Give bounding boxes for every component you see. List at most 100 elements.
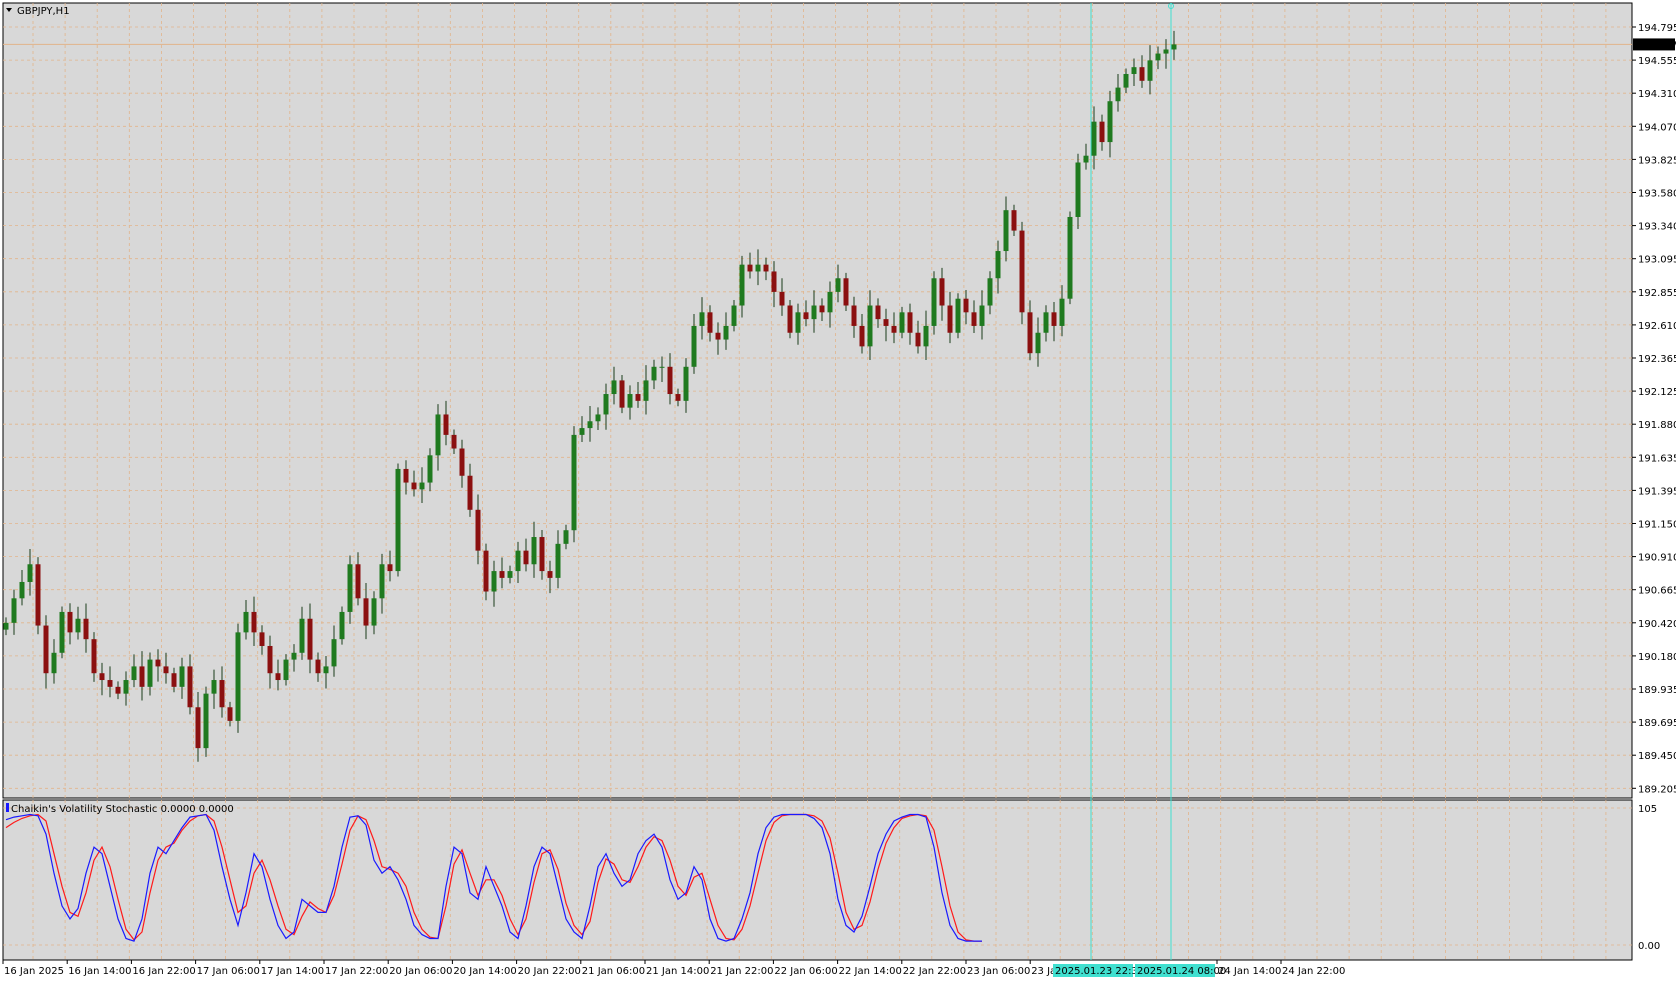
indicator-pane-area[interactable] xyxy=(2,799,1633,961)
chart-root: GBPJPY,H1 194.795 194.555 194.310 194.070 19… xyxy=(0,0,1676,982)
candle-body xyxy=(1035,332,1041,354)
candle-body xyxy=(531,537,537,565)
candle-body xyxy=(683,366,689,401)
candle-body xyxy=(1091,121,1097,156)
candle-body xyxy=(83,618,89,640)
candle-body xyxy=(115,686,121,694)
price-tick-label: 194.070 xyxy=(1638,122,1676,133)
candle-body xyxy=(363,598,369,626)
candle-body xyxy=(59,611,65,653)
price-tick-label: 189.935 xyxy=(1638,685,1676,696)
price-tick-label: 189.695 xyxy=(1638,718,1676,729)
candle-body xyxy=(699,312,705,326)
candle-body xyxy=(3,622,9,630)
candle-body xyxy=(299,618,305,653)
indicator-tick-label: 105 xyxy=(1638,804,1657,815)
price-pane-area[interactable] xyxy=(2,2,1633,799)
candle-body xyxy=(795,312,801,333)
candle-body xyxy=(875,305,881,320)
candle-body xyxy=(947,305,953,333)
candle-body xyxy=(1099,121,1105,143)
time-tick-label: 20 Jan 14:00 xyxy=(453,966,516,977)
candle-body xyxy=(195,707,201,749)
candle-body xyxy=(659,366,665,368)
candle-body xyxy=(227,707,233,721)
candle-body xyxy=(187,666,193,708)
candle-body xyxy=(499,571,505,578)
candle-body xyxy=(803,312,809,320)
candle-body xyxy=(315,659,321,674)
price-tick-label: 191.150 xyxy=(1638,520,1676,531)
candle-body xyxy=(931,278,937,326)
time-tick-label: 24 Jan 22:00 xyxy=(1282,966,1345,977)
candle-body xyxy=(507,571,513,578)
candle-body xyxy=(355,564,361,599)
candle-body xyxy=(1043,312,1049,333)
candle-body xyxy=(467,475,473,510)
candle-body xyxy=(747,264,753,272)
time-tick-label: 20 Jan 06:00 xyxy=(389,966,452,977)
price-tick-label: 192.610 xyxy=(1638,321,1676,332)
candle-body xyxy=(75,618,81,633)
candle-body xyxy=(107,680,113,687)
candle-body xyxy=(67,611,73,633)
candle-body xyxy=(147,659,153,687)
candle-body xyxy=(1163,49,1169,54)
candle-body xyxy=(19,581,25,599)
candle-body xyxy=(1147,60,1153,81)
candle-body xyxy=(211,680,217,694)
candle-body xyxy=(131,666,137,681)
candle-body xyxy=(251,611,257,633)
crosshair-time-label: 2025.01.24 08:00 xyxy=(1137,966,1226,977)
price-tick-label: 194.795 xyxy=(1638,23,1676,34)
time-tick-label: 17 Jan 06:00 xyxy=(197,966,260,977)
candle-body xyxy=(603,394,609,415)
candle-body xyxy=(907,312,913,333)
price-tick-label: 192.855 xyxy=(1638,288,1676,299)
indicator-color-box xyxy=(6,803,9,812)
candle-body xyxy=(691,325,697,367)
candle-body xyxy=(1059,298,1065,326)
candle-body xyxy=(403,468,409,483)
candle-body xyxy=(171,673,177,687)
price-tick-label: 193.095 xyxy=(1638,255,1676,266)
candle-body xyxy=(651,366,657,381)
candle-body xyxy=(555,543,561,578)
candle-body xyxy=(267,645,273,674)
candle-body xyxy=(923,325,929,347)
candle-body xyxy=(139,666,145,687)
candle-body xyxy=(1027,312,1033,354)
candle-body xyxy=(771,271,777,292)
candle-body xyxy=(307,618,313,660)
candle-body xyxy=(1107,101,1113,143)
candle-body xyxy=(579,428,585,435)
candle-body xyxy=(939,278,945,306)
candle-body xyxy=(1019,230,1025,313)
candle-body xyxy=(1131,67,1137,74)
candle-body xyxy=(611,380,617,395)
time-tick-label: 16 Jan 14:00 xyxy=(68,966,131,977)
indicator-pane[interactable]: Chaikin's Volatility Stochastic 0.0000 0… xyxy=(2,799,1633,961)
indicator-label: Chaikin's Volatility Stochastic 0.0000 0… xyxy=(11,804,234,815)
candle-body xyxy=(627,394,633,408)
candle-body xyxy=(155,659,161,667)
time-tick-label: 16 Jan 22:00 xyxy=(132,966,195,977)
candle-body xyxy=(715,332,721,340)
candle-body xyxy=(435,414,441,456)
time-tick-label: 23 Jan 06:00 xyxy=(967,966,1030,977)
candle-body xyxy=(667,366,673,395)
price-tick-label: 190.180 xyxy=(1638,652,1676,663)
price-tick-label: 189.450 xyxy=(1638,751,1676,762)
candle-body xyxy=(99,673,105,681)
crosshair-time-label: 2025.01.23 22:30 xyxy=(1055,966,1144,977)
candle-body xyxy=(371,598,377,626)
price-tick-label: 190.665 xyxy=(1638,586,1676,597)
candle-body xyxy=(427,455,433,483)
candle-body xyxy=(835,278,841,292)
price-pane[interactable]: GBPJPY,H1 xyxy=(2,2,1633,799)
candle-body xyxy=(163,666,169,674)
candle-body xyxy=(475,509,481,551)
candle-body xyxy=(51,652,57,674)
candle-body xyxy=(731,305,737,326)
candle-body xyxy=(539,537,545,572)
